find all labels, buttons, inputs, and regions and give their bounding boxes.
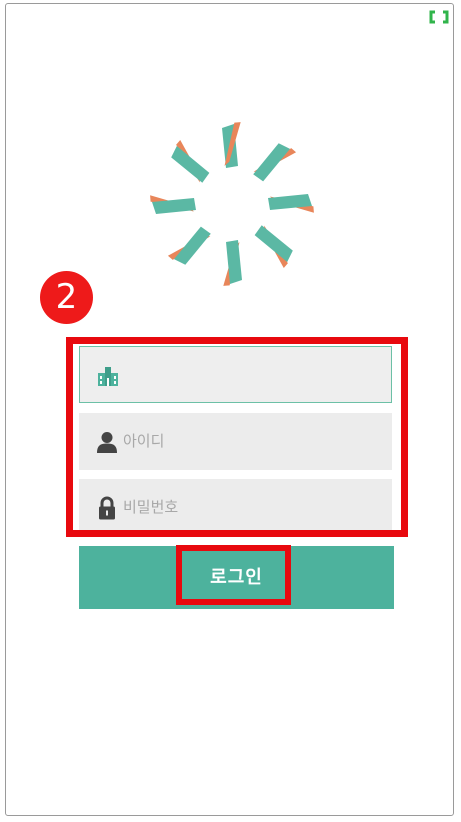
logo-petal-teal <box>174 226 211 265</box>
expand-icon[interactable] <box>428 10 450 24</box>
logo-petal-teal <box>171 146 210 183</box>
form-highlight-box <box>66 337 408 537</box>
logo-petal-teal <box>253 143 290 182</box>
step-badge: 2 <box>40 271 93 324</box>
login-highlight-box <box>176 545 291 605</box>
logo-petal-teal <box>254 225 293 262</box>
app-logo <box>150 122 314 286</box>
step-number: 2 <box>55 277 78 317</box>
